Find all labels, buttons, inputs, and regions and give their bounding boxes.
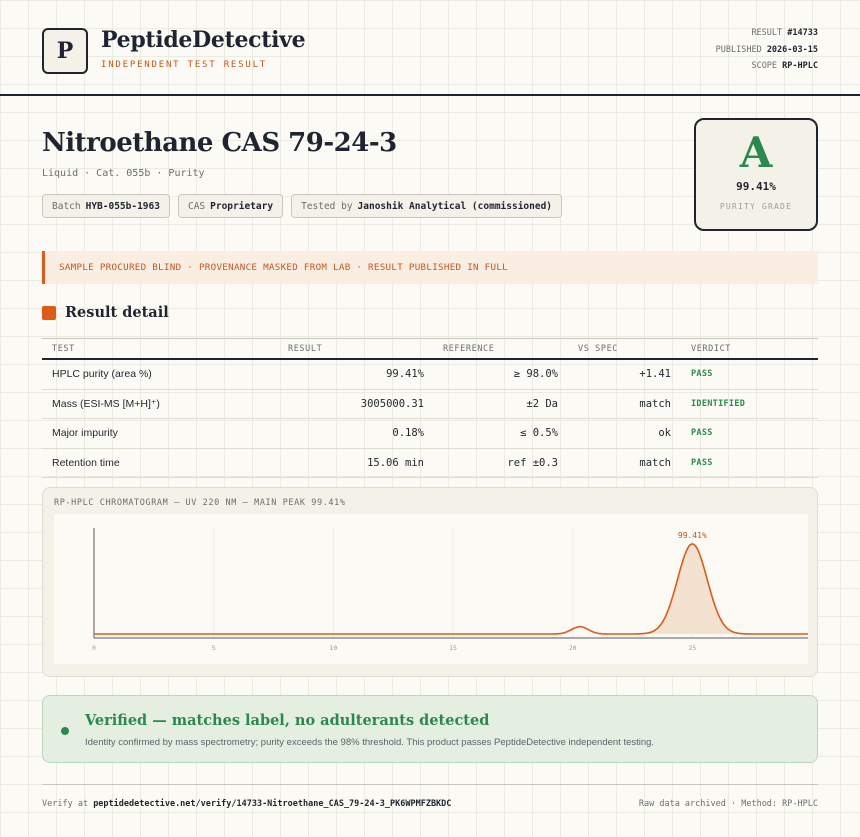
cell-verdict: PASS bbox=[691, 428, 713, 439]
grade-letter: A bbox=[739, 128, 773, 177]
verify-link-text: Verify at peptidedetective.net/verify/14… bbox=[42, 799, 452, 809]
cell-result: 0.18% bbox=[392, 427, 424, 440]
footer-divider bbox=[42, 784, 818, 785]
cell-result: 15.06 min bbox=[367, 456, 424, 469]
table-row: Major impurity 0.18% ≤ 0.5% ok PASS bbox=[42, 419, 818, 449]
cell-test: Retention time bbox=[52, 456, 120, 469]
verified-title: Verified — matches label, no adulterants… bbox=[85, 712, 490, 729]
cell-verdict: PASS bbox=[691, 369, 713, 380]
cell-reference: ±2 Da bbox=[526, 397, 558, 410]
x-tick-label: 15 bbox=[449, 644, 457, 652]
verified-text: Identity confirmed by mass spectrometry;… bbox=[85, 737, 655, 748]
x-tick-label: 10 bbox=[329, 644, 337, 652]
cell-vs-spec: ok bbox=[658, 427, 671, 440]
cell-reference: ≥ 98.0% bbox=[513, 368, 558, 381]
result-table: TEST RESULT REFERENCE VS SPEC VERDICT HP… bbox=[42, 338, 818, 478]
header-vs-spec: VS SPEC bbox=[578, 343, 619, 354]
chromatogram-chart: 99.41% 051015202530min bbox=[54, 514, 808, 664]
cell-test: Major impurity bbox=[52, 427, 118, 440]
section-marker bbox=[42, 306, 56, 320]
provenance-banner: SAMPLE PROCURED BLIND · PROVENANCE MASKE… bbox=[42, 251, 818, 284]
purity-grade-card: A 99.41% PURITY GRADE bbox=[694, 118, 818, 231]
published-date: PUBLISHED 2026-03-15 bbox=[715, 44, 818, 55]
product-title: Nitroethane CAS 79-24-3 bbox=[42, 128, 397, 158]
grade-label: PURITY GRADE bbox=[719, 202, 793, 211]
table-header: TEST RESULT REFERENCE VS SPEC VERDICT bbox=[42, 338, 818, 360]
table-row: Mass (ESI-MS [M+H]⁺) 3005000.31 ±2 Da ma… bbox=[42, 390, 818, 419]
x-tick-label: 20 bbox=[569, 644, 577, 652]
cell-reference: ref ±0.3 bbox=[507, 456, 558, 469]
table-row: Retention time 15.06 min ref ±0.3 match … bbox=[42, 449, 818, 478]
brand-name: PeptideDetective bbox=[101, 27, 306, 53]
cell-result: 3005000.31 bbox=[360, 397, 424, 410]
x-tick-label: 0 bbox=[92, 644, 96, 652]
chromatogram-card: RP-HPLC CHROMATOGRAM — UV 220 NM — MAIN … bbox=[42, 487, 818, 677]
cell-vs-spec: +1.41 bbox=[639, 368, 671, 381]
logo: P bbox=[42, 28, 88, 74]
section-title: Result detail bbox=[65, 304, 169, 321]
product-chips: Batch HYB-055b-1963 CAS Proprietary Tested… bbox=[42, 194, 563, 218]
cell-vs-spec: match bbox=[639, 456, 671, 469]
report-meta: RESULT #14733 PUBLISHED 2026-03-15 SCOPE… bbox=[716, 28, 818, 78]
lab-chip: Tested by Janoshik Analytical (commission… bbox=[291, 194, 563, 218]
cell-verdict: PASS bbox=[691, 457, 713, 468]
peak-label: 99.41% bbox=[678, 531, 707, 540]
chart-title: RP-HPLC CHROMATOGRAM — UV 220 NM — MAIN … bbox=[54, 498, 346, 508]
table-row: HPLC purity (area %) 99.41% ≥ 98.0% +1.4… bbox=[42, 360, 818, 390]
batch-chip: Batch HYB-055b-1963 bbox=[42, 194, 170, 218]
cas-chip: CAS Proprietary bbox=[177, 194, 284, 218]
cell-vs-spec: match bbox=[639, 397, 671, 410]
grade-value: 99.41% bbox=[736, 180, 776, 193]
cell-result: 99.41% bbox=[386, 368, 424, 381]
result-id: RESULT #14733 bbox=[751, 28, 818, 38]
header-result: RESULT bbox=[288, 343, 323, 354]
x-tick-label: 5 bbox=[212, 644, 216, 652]
verify-url[interactable]: peptidedetective.net/verify/14733-Nitroe… bbox=[93, 799, 451, 809]
report-header: P PeptideDetective INDEPENDENT TEST RESU… bbox=[0, 0, 860, 96]
cell-reference: ≤ 0.5% bbox=[520, 427, 558, 440]
cell-verdict: IDENTIFIED bbox=[691, 398, 746, 409]
verified-panel: Verified — matches label, no adulterants… bbox=[42, 695, 818, 763]
brand-subtitle: INDEPENDENT TEST RESULT bbox=[101, 60, 268, 70]
product-subtitle: Liquid · Cat. 055b · Purity bbox=[42, 168, 205, 179]
cell-test: HPLC purity (area %) bbox=[52, 368, 152, 381]
verified-dot-icon bbox=[61, 727, 69, 735]
scope: SCOPE RP-HPLC bbox=[751, 61, 818, 71]
header-verdict: VERDICT bbox=[691, 343, 732, 354]
header-test: TEST bbox=[52, 343, 75, 354]
header-reference: REFERENCE bbox=[443, 343, 495, 354]
x-tick-label: 25 bbox=[688, 644, 696, 652]
cell-test: Mass (ESI-MS [M+H]⁺) bbox=[52, 397, 160, 410]
footer-method: Raw data archived · Method: RP-HPLC bbox=[638, 799, 818, 809]
